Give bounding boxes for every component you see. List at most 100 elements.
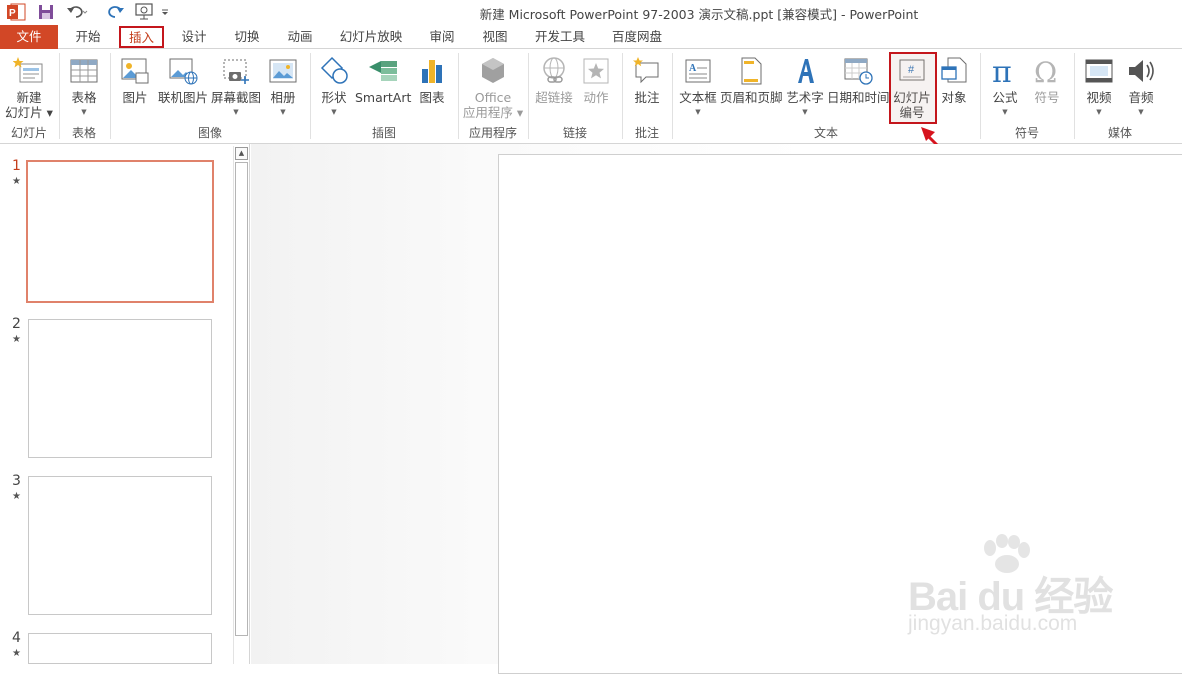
speaker-audio-icon [1129, 60, 1154, 82]
textbox-icon: A [685, 59, 711, 83]
shapes-icon [320, 56, 348, 84]
film-video-icon [1085, 59, 1113, 83]
album-button[interactable]: 相册 ▼ [263, 53, 303, 123]
tab-transitions[interactable]: 切换 [225, 25, 269, 49]
group-label-images: 图像 [197, 126, 222, 140]
tab-baidu-netdisk[interactable]: 百度网盘 [604, 25, 670, 49]
ribbon-insert: 新建 幻灯片 ▾ 幻灯片 表格 ▼ 表格 图片 联机图片 屏幕截图 ▼ 相册 ▼… [0, 49, 1182, 144]
symbol-label: 符号 [1034, 90, 1060, 105]
group-label-links: 链接 [562, 126, 587, 140]
pi-equation-icon: π [992, 55, 1012, 87]
new-slide-icon [13, 57, 43, 83]
tab-design[interactable]: 设计 [172, 25, 216, 49]
smartart-icon [369, 61, 397, 81]
wordart-button[interactable]: 艺术字 ▼ [784, 53, 826, 123]
group-comments: 批注 批注 [623, 49, 671, 144]
wordart-dropdown-icon: ▼ [802, 108, 808, 116]
audio-button[interactable]: 音频 ▼ [1121, 53, 1161, 123]
slide-thumbnail-4[interactable] [28, 633, 212, 664]
hyperlink-label: 超链接 [535, 90, 573, 105]
office-apps-label-2: 应用程序 ▾ [462, 105, 524, 120]
screenshot-label: 屏幕截图 [211, 90, 262, 105]
ribbon-tabs: 文件 开始 插入 设计 切换 动画 幻灯片放映 审阅 视图 开发工具 百度网盘 [0, 25, 1182, 49]
header-footer-label: 页眉和页脚 [720, 90, 783, 105]
video-button[interactable]: 视频 ▼ [1079, 53, 1119, 123]
audio-dropdown-icon: ▼ [1138, 108, 1144, 116]
thumbnail-scrollbar[interactable]: ▲ [233, 146, 248, 664]
shapes-button[interactable]: 形状 ▼ [315, 53, 353, 123]
action-button[interactable]: 动作 [577, 53, 615, 123]
shapes-label: 形状 [321, 90, 347, 105]
picture-label: 图片 [122, 90, 148, 105]
group-media: 视频 ▼ 音频 ▼ 媒体 [1075, 49, 1165, 144]
symbol-button[interactable]: Ω 符号 [1027, 53, 1067, 123]
group-label-media: 媒体 [1107, 126, 1132, 140]
smartart-button[interactable]: SmartArt [355, 53, 411, 123]
tab-developer[interactable]: 开发工具 [527, 25, 593, 49]
tab-insert[interactable]: 插入 [119, 26, 164, 48]
slide-thumbnail-3[interactable] [28, 476, 212, 615]
datetime-label: 日期和时间 [827, 90, 890, 105]
scrollbar-thumb[interactable] [235, 162, 248, 636]
audio-label: 音频 [1128, 90, 1154, 105]
office-apps-label-1: Office [474, 90, 512, 105]
table-icon [70, 59, 98, 83]
online-picture-icon [169, 58, 198, 85]
header-footer-button[interactable]: 页眉和页脚 [720, 53, 783, 123]
screenshot-button[interactable]: 屏幕截图 ▼ [211, 53, 261, 123]
table-button[interactable]: 表格 ▼ [64, 53, 104, 123]
group-symbols: π 公式 ▼ Ω 符号 符号 [981, 49, 1073, 144]
thumb-star-icon-2: ★ [12, 334, 21, 345]
online-picture-label: 联机图片 [157, 90, 208, 105]
group-images: 图片 联机图片 屏幕截图 ▼ 相册 ▼ 图像 [111, 49, 309, 144]
thumb-star-icon-3: ★ [12, 491, 21, 502]
tab-file[interactable]: 文件 [0, 25, 58, 49]
scroll-up-icon[interactable]: ▲ [235, 147, 248, 160]
datetime-button[interactable]: 日期和时间 [827, 53, 890, 123]
table-dropdown-icon: ▼ [81, 108, 87, 116]
svg-text:π: π [992, 55, 1012, 87]
slide-thumbnail-pane[interactable]: 1 ★ 2 ★ 3 ★ 4 ★ ▲ [0, 144, 250, 664]
hyperlink-button[interactable]: 超链接 [533, 53, 575, 123]
tab-home[interactable]: 开始 [66, 25, 110, 49]
wordart-label: 艺术字 [786, 90, 824, 105]
picture-button[interactable]: 图片 [115, 53, 155, 123]
online-picture-button[interactable]: 联机图片 [157, 53, 209, 123]
album-dropdown-icon: ▼ [280, 108, 286, 116]
action-star-icon [583, 58, 609, 84]
group-tables: 表格 ▼ 表格 [60, 49, 108, 144]
textbox-button[interactable]: A 文本框 ▼ [677, 53, 719, 123]
tab-slideshow[interactable]: 幻灯片放映 [333, 25, 409, 49]
smartart-label: SmartArt [355, 90, 412, 105]
group-illustrations: 形状 ▼ SmartArt 图表 插图 [311, 49, 457, 144]
shapes-dropdown-icon: ▼ [331, 108, 337, 116]
header-footer-icon [741, 57, 762, 85]
comment-button[interactable]: 批注 [627, 53, 667, 123]
chart-button[interactable]: 图表 [413, 53, 451, 123]
chart-icon [422, 60, 442, 83]
calendar-clock-icon [844, 58, 873, 85]
chart-label: 图表 [419, 90, 445, 105]
wordart-icon [798, 59, 814, 83]
comment-label: 批注 [634, 90, 660, 105]
equation-label: 公式 [992, 90, 1018, 105]
hyperlink-icon [543, 57, 565, 83]
slide-thumbnail-2[interactable] [28, 319, 212, 458]
thumb-star-icon-4: ★ [12, 648, 21, 659]
omega-symbol-icon: Ω [1034, 56, 1057, 87]
equation-button[interactable]: π 公式 ▼ [985, 53, 1025, 123]
tab-view[interactable]: 视图 [473, 25, 517, 49]
tab-review[interactable]: 审阅 [420, 25, 464, 49]
textbox-dropdown-icon: ▼ [695, 108, 701, 116]
new-slide-label-2: 幻灯片 ▾ [5, 105, 53, 120]
object-button[interactable]: 对象 [935, 53, 973, 123]
new-slide-button[interactable]: 新建 幻灯片 ▾ [2, 53, 56, 123]
screenshot-icon [223, 59, 249, 84]
office-apps-icon [482, 58, 504, 83]
window-title: 新建 Microsoft PowerPoint 97-2003 演示文稿.ppt… [479, 7, 919, 22]
office-apps-button[interactable]: Office 应用程序 ▾ [461, 53, 525, 123]
video-label: 视频 [1086, 90, 1112, 105]
slide-thumbnail-1[interactable] [26, 160, 214, 303]
action-label: 动作 [583, 90, 609, 105]
tab-animations[interactable]: 动画 [278, 25, 322, 49]
